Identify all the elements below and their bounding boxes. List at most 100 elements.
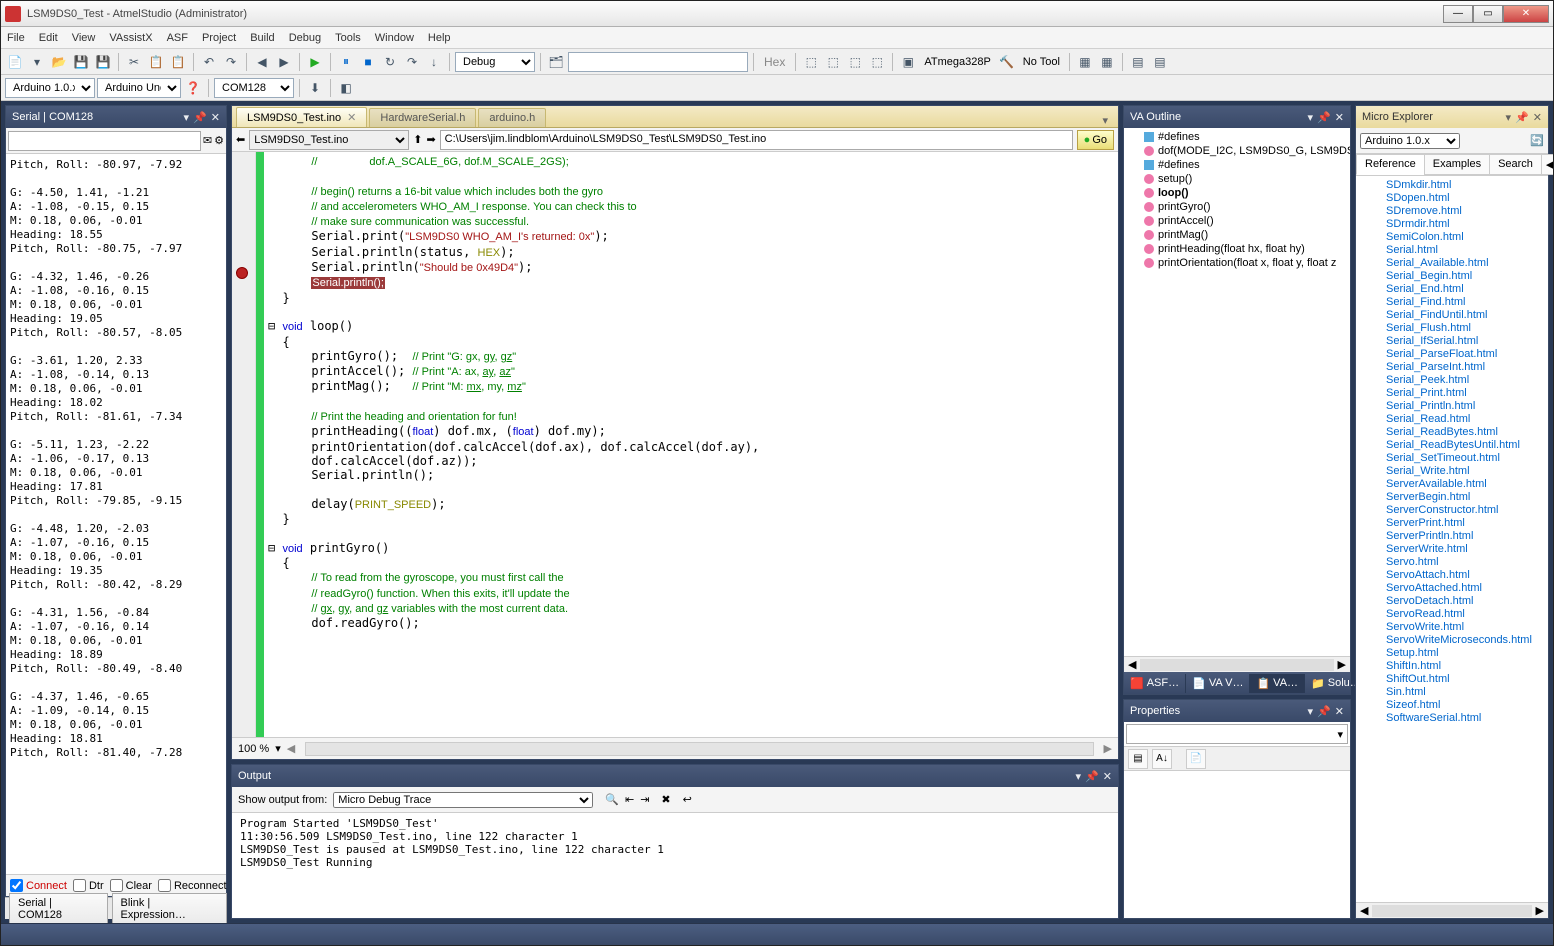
reference-file-link[interactable]: Serial_ParseInt.html — [1386, 360, 1546, 373]
reference-file-link[interactable]: Serial_Available.html — [1386, 256, 1546, 269]
tab-reference[interactable]: Reference — [1356, 154, 1425, 175]
copy-icon[interactable]: 📋 — [146, 52, 166, 72]
reference-file-link[interactable]: SDrmdir.html — [1386, 217, 1546, 230]
clear-checkbox[interactable]: Clear — [110, 879, 152, 892]
menu-window[interactable]: Window — [375, 32, 414, 44]
paste-icon[interactable]: 📋 — [168, 52, 188, 72]
pin-icon[interactable]: 📌 — [1515, 111, 1529, 124]
reference-file-link[interactable]: ServerAvailable.html — [1386, 477, 1546, 490]
minimize-button[interactable]: ― — [1443, 5, 1473, 23]
outline-item[interactable]: printOrientation(float x, float y, float… — [1126, 256, 1348, 270]
cut-icon[interactable]: ✂ — [124, 52, 144, 72]
tb-icon[interactable]: ▦ — [1075, 52, 1095, 72]
h-scrollbar[interactable] — [1140, 659, 1333, 671]
find-icon[interactable]: 🗂 — [546, 52, 566, 72]
pin-icon[interactable]: 📌 — [1317, 111, 1331, 124]
tb-icon[interactable]: ⬚ — [867, 52, 887, 72]
reference-file-link[interactable]: ServoAttach.html — [1386, 568, 1546, 581]
outline-item[interactable]: printMag() — [1126, 228, 1348, 242]
reference-file-link[interactable]: Serial_Find.html — [1386, 295, 1546, 308]
new-file-icon[interactable]: ▾ — [27, 52, 47, 72]
dropdown-icon[interactable]: ▾ — [1308, 705, 1314, 718]
tab-examples[interactable]: Examples — [1424, 154, 1490, 175]
step-over-icon[interactable]: ↷ — [402, 52, 422, 72]
reference-file-link[interactable]: ServoDetach.html — [1386, 594, 1546, 607]
nav-back-icon[interactable]: ◀ — [252, 52, 272, 72]
save-all-icon[interactable]: 💾 — [93, 52, 113, 72]
output-from-dropdown[interactable]: Micro Debug Trace — [333, 792, 593, 808]
close-icon[interactable]: ✕ — [1335, 705, 1344, 718]
scroll-right-icon[interactable]: ▶ — [1532, 904, 1548, 917]
reference-file-link[interactable]: ServoRead.html — [1386, 607, 1546, 620]
tb-icon[interactable]: ▤ — [1128, 52, 1148, 72]
reference-file-link[interactable]: ServerConstructor.html — [1386, 503, 1546, 516]
scroll-left-icon[interactable]: ◀ — [1541, 154, 1553, 175]
stop-icon[interactable]: ■ — [358, 52, 378, 72]
dtr-checkbox[interactable]: Dtr — [73, 879, 104, 892]
zoom-level[interactable]: 100 % — [238, 743, 269, 755]
close-icon[interactable]: ✕ — [1533, 111, 1542, 124]
micro-version-dropdown[interactable]: Arduino 1.0.x — [1360, 133, 1460, 149]
device-label[interactable]: ATmega328P — [920, 56, 994, 68]
arduino-version-dropdown[interactable]: Arduino 1.0.x — [5, 78, 95, 98]
menu-debug[interactable]: Debug — [289, 32, 321, 44]
tool-label[interactable]: No Tool — [1019, 56, 1064, 68]
editor-gutter[interactable] — [232, 152, 256, 737]
tab-dropdown-icon[interactable]: ▾ — [1096, 114, 1114, 127]
start-debug-icon[interactable]: ▶ — [305, 52, 325, 72]
file-path[interactable]: C:\Users\jim.lindblom\Arduino\LSM9DS0_Te… — [440, 130, 1073, 150]
save-icon[interactable]: 💾 — [71, 52, 91, 72]
h-scrollbar[interactable] — [305, 742, 1093, 756]
reference-file-link[interactable]: SDopen.html — [1386, 191, 1546, 204]
reference-file-link[interactable]: Servo.html — [1386, 555, 1546, 568]
menu-vassistx[interactable]: VAssistX — [109, 32, 152, 44]
tab-asf[interactable]: 🟥 ASF… — [1124, 674, 1186, 693]
reference-file-link[interactable]: Setup.html — [1386, 646, 1546, 659]
categorized-icon[interactable]: ▤ — [1128, 749, 1148, 769]
tb-icon[interactable]: ▤ — [1150, 52, 1170, 72]
menu-project[interactable]: Project — [202, 32, 236, 44]
toggle-icon[interactable]: ◧ — [336, 78, 356, 98]
settings-icon[interactable]: ⚙ — [214, 134, 224, 147]
reference-file-link[interactable]: ServerBegin.html — [1386, 490, 1546, 503]
property-pages-icon[interactable]: 📄 — [1186, 749, 1206, 769]
tb-icon[interactable]: ⬚ — [845, 52, 865, 72]
board-dropdown[interactable]: Arduino Uno — [97, 78, 181, 98]
alpha-sort-icon[interactable]: A↓ — [1152, 749, 1172, 769]
reference-file-link[interactable]: Serial_Println.html — [1386, 399, 1546, 412]
send-icon[interactable]: ✉ — [203, 134, 212, 147]
nav-fwd-icon[interactable]: ▶ — [274, 52, 294, 72]
tab-hardwareserial[interactable]: HardwareSerial.h — [369, 108, 476, 127]
nav-right-icon[interactable]: ➡ — [426, 133, 435, 146]
reference-file-link[interactable]: ServerPrintln.html — [1386, 529, 1546, 542]
reference-file-link[interactable]: ServoAttached.html — [1386, 581, 1546, 594]
next-msg-icon[interactable]: ⇥ — [640, 793, 649, 806]
word-wrap-icon[interactable]: ↩ — [683, 793, 692, 806]
bottom-tab-blink[interactable]: Blink | Expression… — [112, 893, 228, 924]
clear-icon[interactable]: ✖ — [661, 793, 670, 806]
reference-file-link[interactable]: ServoWriteMicroseconds.html — [1386, 633, 1546, 646]
find-msg-icon[interactable]: 🔍 — [605, 793, 619, 806]
reference-file-link[interactable]: Serial_ParseFloat.html — [1386, 347, 1546, 360]
reference-file-link[interactable]: Serial_ReadBytes.html — [1386, 425, 1546, 438]
tab-arduino-h[interactable]: arduino.h — [478, 108, 546, 127]
reference-file-link[interactable]: ServerPrint.html — [1386, 516, 1546, 529]
restart-icon[interactable]: ↻ — [380, 52, 400, 72]
reference-file-link[interactable]: Sizeof.html — [1386, 698, 1546, 711]
outline-tree[interactable]: #definesdof(MODE_I2C, LSM9DS0_G, LSM9DS0… — [1124, 128, 1350, 656]
reference-file-link[interactable]: Serial_SetTimeout.html — [1386, 451, 1546, 464]
reference-file-link[interactable]: SemiColon.html — [1386, 230, 1546, 243]
menu-asf[interactable]: ASF — [167, 32, 188, 44]
reference-file-link[interactable]: Serial_Begin.html — [1386, 269, 1546, 282]
find-input[interactable] — [568, 52, 748, 72]
reference-file-link[interactable]: SDremove.html — [1386, 204, 1546, 217]
chip-icon[interactable]: ▣ — [898, 52, 918, 72]
reference-file-link[interactable]: Serial_Read.html — [1386, 412, 1546, 425]
reference-file-list[interactable]: SDmkdir.htmlSDopen.htmlSDremove.htmlSDrm… — [1356, 176, 1548, 902]
tab-va[interactable]: 📋 VA… — [1250, 674, 1305, 693]
breakpoint-marker[interactable] — [236, 267, 248, 279]
port-dropdown[interactable]: COM128 — [214, 78, 294, 98]
reference-file-link[interactable]: Serial_FindUntil.html — [1386, 308, 1546, 321]
bottom-tab-serial[interactable]: Serial | COM128 — [9, 893, 108, 924]
config-dropdown[interactable]: Debug — [455, 52, 535, 72]
